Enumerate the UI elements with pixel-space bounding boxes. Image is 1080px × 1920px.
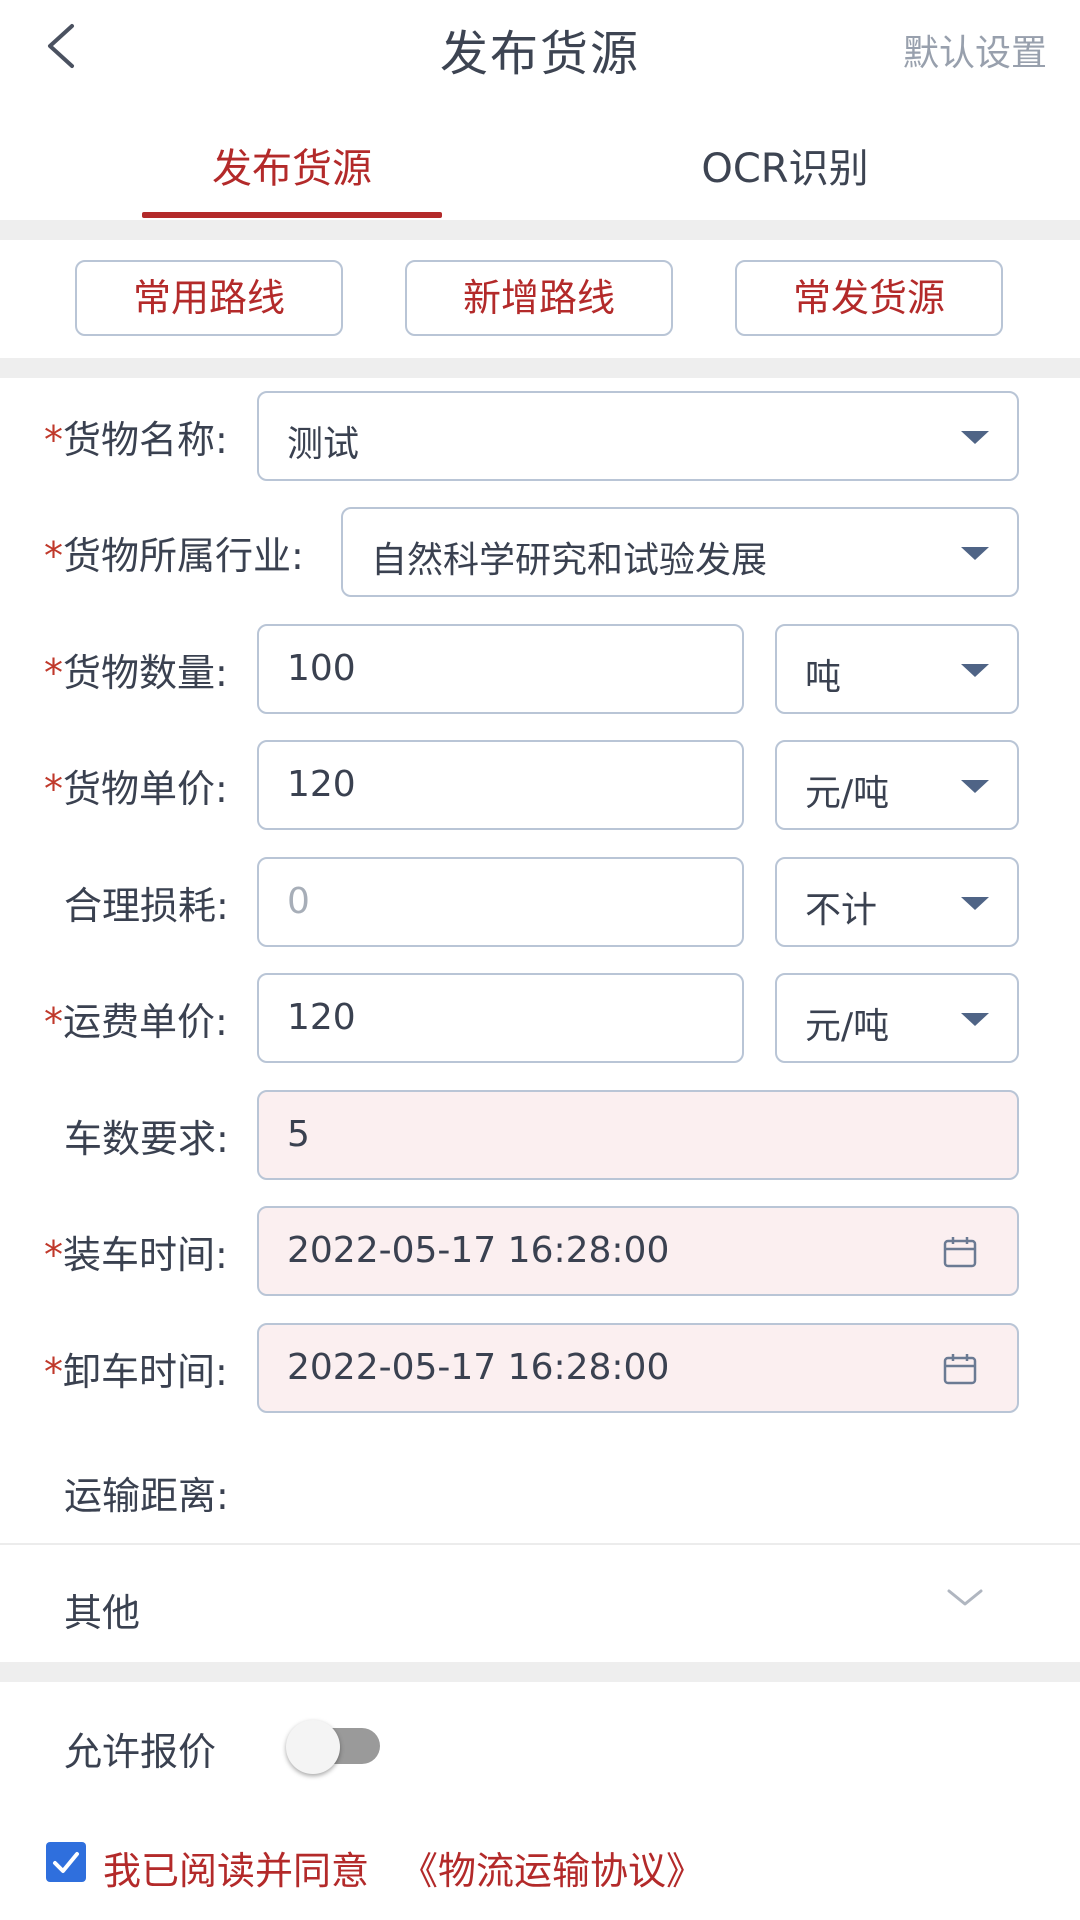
unit-price-unit-select[interactable]: 元/吨 (775, 740, 1019, 830)
unit-price-unit-value: 元/吨 (805, 773, 890, 814)
truck-count-value: 5 (287, 1114, 310, 1155)
tab-bar: 发布货源 OCR识别 (0, 110, 1080, 220)
unload-time-picker[interactable]: 2022-05-17 16:28:00 (257, 1323, 1019, 1413)
quantity-input[interactable]: 100 (257, 624, 744, 714)
frequent-cargo-button[interactable]: 常发货源 (735, 260, 1003, 336)
load-time-value: 2022-05-17 16:28:00 (287, 1230, 670, 1271)
dropdown-caret-icon (961, 431, 989, 444)
dropdown-caret-icon (961, 547, 989, 560)
freight-price-input[interactable]: 120 (257, 973, 744, 1063)
distance-label: 运输距离: (64, 1474, 229, 1518)
unload-time-row: *卸车时间: 2022-05-17 16:28:00 (0, 1323, 1080, 1413)
freight-price-unit-value: 元/吨 (805, 1006, 890, 1047)
other-section-label[interactable]: 其他 (64, 1582, 140, 1637)
default-settings-button[interactable]: 默认设置 (903, 24, 1047, 76)
tab-publish-cargo[interactable]: 发布货源 (142, 136, 442, 194)
top-bar: 发布货源 默认设置 (0, 0, 1080, 95)
loss-input[interactable]: 0 (257, 857, 744, 947)
agreement-checkbox[interactable] (46, 1842, 86, 1882)
loss-label: 合理损耗: (64, 884, 229, 928)
active-tab-indicator (142, 212, 442, 218)
quantity-row: *货物数量: 100 吨 (0, 624, 1080, 714)
truck-count-row: 车数要求: 5 (0, 1090, 1080, 1180)
section-divider (0, 1662, 1080, 1682)
common-routes-button[interactable]: 常用路线 (75, 260, 343, 336)
unit-price-row: *货物单价: 120 元/吨 (0, 740, 1080, 830)
chevron-down-icon[interactable] (945, 1586, 985, 1610)
quantity-value: 100 (287, 648, 356, 689)
toggle-knob (286, 1720, 340, 1774)
unit-price-label: *货物单价: (44, 767, 228, 811)
calendar-icon (943, 1237, 977, 1268)
freight-price-row: *运费单价: 120 元/吨 (0, 973, 1080, 1063)
dropdown-caret-icon (961, 664, 989, 677)
quantity-unit-select[interactable]: 吨 (775, 624, 1019, 714)
loss-row: 合理损耗: 0 不计 (0, 857, 1080, 947)
cargo-name-row: *货物名称: 测试 (0, 391, 1080, 481)
truck-count-input[interactable]: 5 (257, 1090, 1019, 1180)
divider (0, 1543, 1080, 1545)
add-route-button[interactable]: 新增路线 (405, 260, 673, 336)
quantity-unit-value: 吨 (805, 657, 842, 698)
agreement-text: 我已阅读并同意 (103, 1849, 370, 1893)
section-divider (0, 220, 1080, 240)
unit-price-input[interactable]: 120 (257, 740, 744, 830)
allow-quote-label: 允许报价 (64, 1730, 217, 1774)
load-time-picker[interactable]: 2022-05-17 16:28:00 (257, 1206, 1019, 1296)
load-time-row: *装车时间: 2022-05-17 16:28:00 (0, 1206, 1080, 1296)
section-divider (0, 358, 1080, 378)
quantity-label: *货物数量: (44, 651, 228, 695)
dropdown-caret-icon (961, 780, 989, 793)
freight-price-value: 120 (287, 997, 356, 1038)
loss-unit-value: 不计 (805, 890, 878, 931)
loss-placeholder: 0 (287, 881, 310, 922)
freight-price-label: *运费单价: (44, 1000, 228, 1044)
unload-time-label: *卸车时间: (44, 1350, 228, 1394)
industry-row: *货物所属行业: 自然科学研究和试验发展 (0, 507, 1080, 597)
industry-select[interactable]: 自然科学研究和试验发展 (341, 507, 1019, 597)
allow-quote-toggle[interactable] (286, 1720, 382, 1774)
checkmark-icon (53, 1852, 79, 1873)
dropdown-caret-icon (961, 897, 989, 910)
truck-count-label: 车数要求: (64, 1117, 229, 1161)
cargo-name-label: *货物名称: (44, 418, 228, 462)
load-time-label: *装车时间: (44, 1233, 228, 1277)
industry-label: *货物所属行业: (44, 534, 304, 578)
unload-time-value: 2022-05-17 16:28:00 (287, 1347, 670, 1388)
calendar-icon (943, 1354, 977, 1385)
tab-ocr[interactable]: OCR识别 (635, 136, 935, 194)
cargo-name-value: 测试 (287, 424, 360, 465)
unit-price-value: 120 (287, 764, 356, 805)
freight-price-unit-select[interactable]: 元/吨 (775, 973, 1019, 1063)
agreement-link[interactable]: 《物流运输协议》 (400, 1840, 704, 1895)
industry-value: 自然科学研究和试验发展 (371, 540, 768, 581)
loss-unit-select[interactable]: 不计 (775, 857, 1019, 947)
cargo-name-select[interactable]: 测试 (257, 391, 1019, 481)
dropdown-caret-icon (961, 1013, 989, 1026)
